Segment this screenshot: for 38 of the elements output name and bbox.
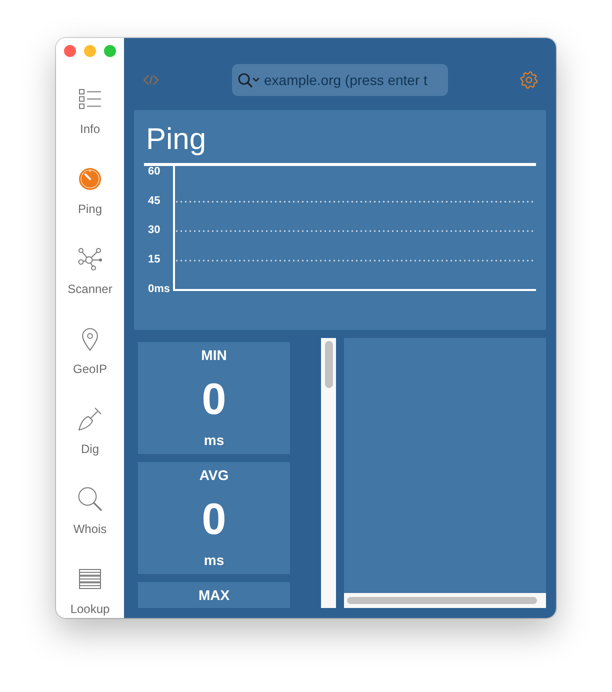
sidebar-item[interactable]: Info [56,84,124,136]
axis-label: 0ms [148,283,170,294]
settings-icon[interactable] [520,71,538,89]
server-stack-icon [79,569,101,589]
stat-value: 0 [200,376,228,424]
axis-label: 45 [148,194,160,207]
zoom-icon[interactable] [104,45,116,57]
stat-unit: ms [202,552,226,568]
stat-unit: ms [202,432,226,448]
stat-label: MIN [200,347,228,363]
stat-value: 0 [200,496,228,544]
axis-label: 15 [148,254,160,266]
magnifier-icon [78,487,102,511]
vertical-scrollbar[interactable] [321,338,336,608]
scrollbar-thumb[interactable] [325,341,333,388]
shovel-icon [78,407,102,431]
horizontal-scrollbar[interactable] [344,593,546,608]
sidebar-item[interactable]: GeoIP [56,324,124,376]
axis-label: 30 [148,224,160,236]
panel-title: Ping [145,122,208,158]
search-field[interactable]: example.org (press enter t [232,64,448,96]
network-icon [78,247,102,271]
close-icon[interactable] [64,45,76,57]
sidebar-item[interactable]: Dig [56,404,124,456]
stopwatch-icon [79,168,101,190]
stat-label: AVG [198,467,230,483]
map-pin-icon [82,328,98,350]
list-icon [79,89,101,109]
minimize-icon[interactable] [84,45,96,57]
search-icon[interactable] [238,73,260,88]
sidebar-item[interactable]: Ping [56,164,124,216]
axis-label: 60 [148,165,160,178]
scrollbar-thumb[interactable] [347,597,537,604]
sidebar-item[interactable]: Scanner [56,244,124,296]
sidebar-item[interactable]: Lookup [56,564,124,616]
stat-label: MAX [197,587,231,603]
code-icon[interactable] [143,75,159,85]
sidebar-item[interactable]: Whois [56,484,124,536]
